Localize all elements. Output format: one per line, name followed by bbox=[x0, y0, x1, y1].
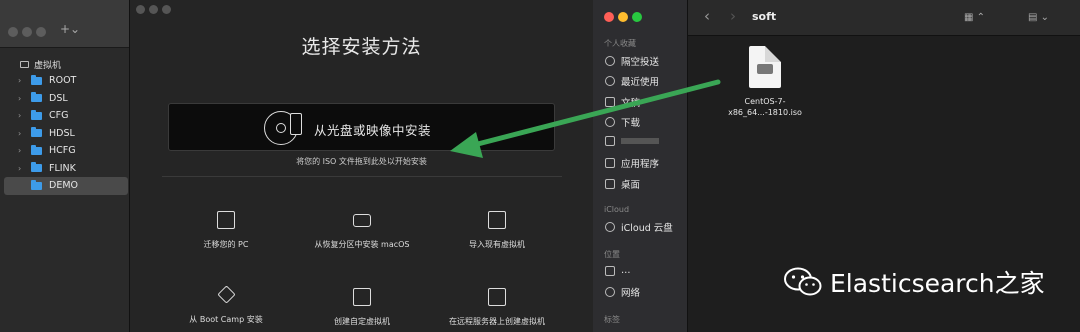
arrow-head bbox=[450, 132, 483, 158]
wechat-icon bbox=[784, 267, 822, 296]
arrow-line bbox=[467, 79, 721, 149]
watermark-text: Elasticsearch之家 bbox=[830, 269, 1045, 298]
watermark: Elasticsearch之家 bbox=[784, 264, 1045, 300]
